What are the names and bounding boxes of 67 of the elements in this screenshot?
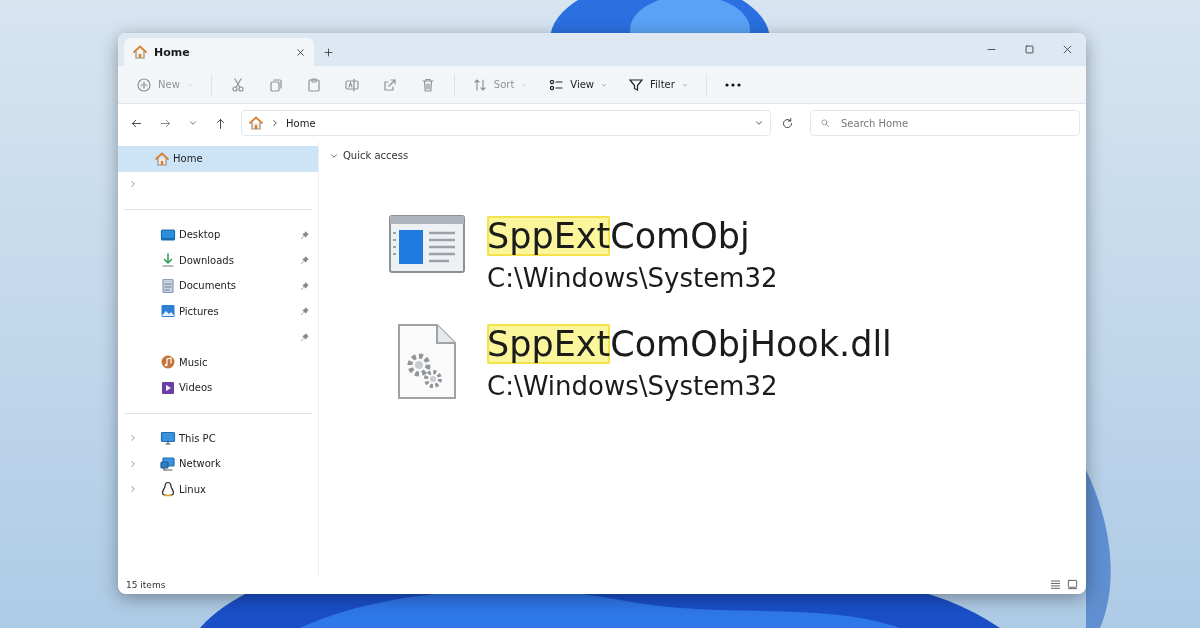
maximize-icon (1023, 44, 1035, 55)
pin-icon (300, 229, 310, 240)
home-icon (248, 115, 264, 131)
tiles-view-button[interactable] (1067, 579, 1078, 590)
sidebar-item[interactable]: Music (118, 349, 318, 375)
sidebar-item[interactable]: Home (118, 146, 318, 172)
result-title: SppExtComObjHook.dll (487, 322, 892, 366)
videos-icon (160, 379, 176, 396)
pin-icon (300, 255, 310, 266)
sidebar-item[interactable]: Videos (118, 375, 318, 401)
expand-chevron-icon (128, 433, 138, 444)
chevron-down-icon (188, 118, 198, 128)
details-view-button[interactable] (1050, 579, 1061, 590)
section-header[interactable]: Quick access (327, 148, 411, 163)
expand-chevron-icon (128, 484, 138, 495)
home-icon (154, 150, 170, 167)
sidebar-item[interactable]: Downloads (118, 247, 318, 273)
search-icon (820, 118, 830, 128)
expand-chevron-icon (128, 458, 138, 469)
network-icon (160, 455, 176, 472)
pin-icon (300, 280, 310, 291)
paste-icon (305, 76, 322, 93)
close-icon (1061, 44, 1073, 55)
breadcrumb[interactable]: Home (286, 117, 316, 129)
tiles-view-icon (1067, 579, 1078, 590)
tab[interactable]: Home (124, 38, 314, 66)
pictures-icon (160, 303, 176, 320)
home-icon (132, 44, 148, 60)
pin-icon (300, 306, 310, 317)
result-title: SppExtComObj (487, 215, 751, 258)
sidebar-item[interactable]: This PC (118, 425, 318, 451)
penguin-icon (160, 481, 176, 498)
new-icon (136, 76, 152, 93)
sidebar-item[interactable]: Documents (118, 273, 318, 299)
share-icon (381, 76, 398, 93)
close-icon (295, 46, 306, 58)
toolbar-button[interactable]: View (540, 72, 617, 97)
music-icon (160, 354, 176, 371)
search-field[interactable]: Search Home (810, 110, 1080, 136)
sidebar-item[interactable]: Pictures (118, 298, 318, 324)
toolbar-button[interactable]: Filter (620, 72, 697, 97)
sidebar-item[interactable]: Desktop (118, 222, 318, 248)
expand-chevron-icon (128, 179, 138, 190)
details-view-icon (1050, 579, 1061, 590)
up-icon (214, 116, 227, 130)
monitor-icon (160, 430, 176, 447)
document-icon (160, 277, 176, 294)
result-path: C:\Windows\System32 (487, 262, 778, 293)
application-icon (389, 215, 465, 273)
pin-icon (300, 331, 310, 342)
sidebar-item[interactable]: Linux (118, 476, 318, 502)
history-chevron-icon (754, 118, 764, 128)
separator-chevron-icon (270, 118, 280, 128)
close-tab-button[interactable] (295, 46, 306, 58)
copy-icon (267, 76, 284, 93)
item-count: 15 items (126, 579, 166, 590)
rename-icon (343, 76, 360, 93)
filter-icon (628, 76, 645, 93)
download-icon (160, 252, 176, 269)
plus-icon (322, 46, 334, 58)
more-icon (724, 82, 741, 87)
cut-icon (229, 76, 246, 93)
refresh-icon (781, 116, 794, 130)
sidebar-item[interactable]: Network (118, 451, 318, 477)
result-path: C:\Windows\System32 (487, 370, 779, 401)
address-field[interactable]: Home (241, 110, 771, 136)
desktop-icon (160, 226, 176, 243)
